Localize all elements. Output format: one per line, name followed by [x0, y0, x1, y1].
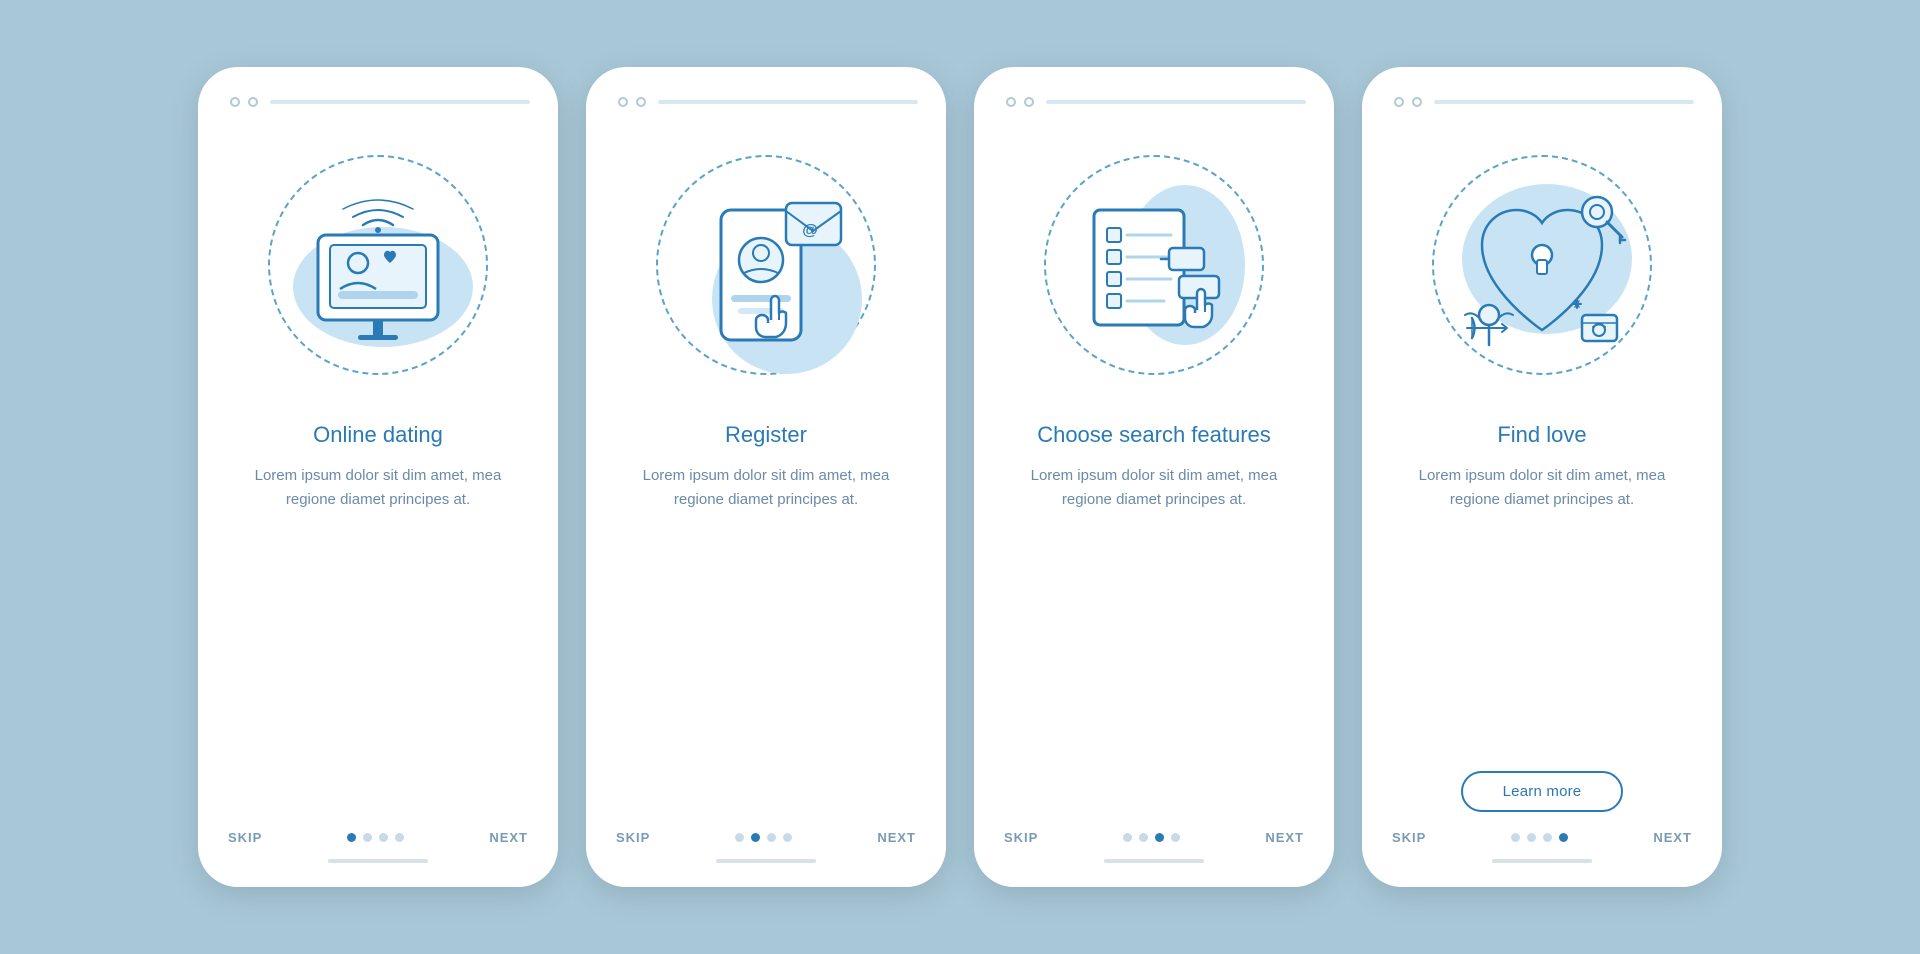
svg-text:@: @: [802, 222, 818, 239]
top-circle-1: [230, 97, 240, 107]
dot-1-4: [395, 833, 404, 842]
phone-card-3: Choose search features Lorem ipsum dolor…: [974, 67, 1334, 887]
card-title-2: Register: [725, 421, 807, 450]
illustration-1: [248, 125, 508, 405]
top-circle-5: [1006, 97, 1016, 107]
dot-2-4: [783, 833, 792, 842]
card-bottom-4: SKIP NEXT: [1390, 830, 1694, 863]
skip-button-2[interactable]: SKIP: [616, 830, 650, 845]
dot-1-1: [347, 833, 356, 842]
nav-row-3: SKIP NEXT: [1002, 830, 1306, 845]
top-circle-3: [618, 97, 628, 107]
dot-3-2: [1139, 833, 1148, 842]
illustration-3: [1024, 125, 1284, 405]
top-bar-3: [1002, 97, 1306, 107]
nav-row-2: SKIP NEXT: [614, 830, 918, 845]
top-bar-1: [226, 97, 530, 107]
skip-button-3[interactable]: SKIP: [1004, 830, 1038, 845]
dot-2-1: [735, 833, 744, 842]
illustration-4: [1412, 125, 1672, 405]
register-icon: @: [666, 155, 866, 375]
dot-3-4: [1171, 833, 1180, 842]
card-title-3: Choose search features: [1037, 421, 1271, 450]
top-line-2: [658, 100, 918, 104]
dot-4-1: [1511, 833, 1520, 842]
card-bottom-3: SKIP NEXT: [1002, 830, 1306, 863]
card-title-1: Online dating: [313, 421, 443, 450]
bottom-bar-3: [1104, 859, 1204, 863]
skip-button-4[interactable]: SKIP: [1392, 830, 1426, 845]
bottom-bar-4: [1492, 859, 1592, 863]
card-title-4: Find love: [1497, 421, 1586, 450]
top-circle-6: [1024, 97, 1034, 107]
dot-4-4: [1559, 833, 1568, 842]
top-circle-2: [248, 97, 258, 107]
nav-dots-1: [347, 833, 404, 842]
top-line-4: [1434, 100, 1694, 104]
online-dating-icon: [278, 165, 478, 365]
next-button-4[interactable]: NEXT: [1653, 830, 1692, 845]
phone-card-2: @ Register Lorem ipsum dolor sit dim ame…: [586, 67, 946, 887]
skip-button-1[interactable]: SKIP: [228, 830, 262, 845]
dot-2-3: [767, 833, 776, 842]
top-line-1: [270, 100, 530, 104]
search-features-icon: [1049, 160, 1259, 370]
nav-row-4: SKIP NEXT: [1390, 830, 1694, 845]
nav-dots-2: [735, 833, 792, 842]
nav-row-1: SKIP NEXT: [226, 830, 530, 845]
card-body-3: Lorem ipsum dolor sit dim amet, mea regi…: [1002, 464, 1306, 812]
next-button-3[interactable]: NEXT: [1265, 830, 1304, 845]
dot-1-2: [363, 833, 372, 842]
dot-4-2: [1527, 833, 1536, 842]
dot-3-3: [1155, 833, 1164, 842]
card-body-4: Lorem ipsum dolor sit dim amet, mea regi…: [1390, 464, 1694, 753]
dot-4-3: [1543, 833, 1552, 842]
dot-2-2: [751, 833, 760, 842]
top-circle-7: [1394, 97, 1404, 107]
nav-dots-4: [1511, 833, 1568, 842]
screens-container: Online dating Lorem ipsum dolor sit dim …: [198, 67, 1722, 887]
top-circle-4: [636, 97, 646, 107]
learn-more-button[interactable]: Learn more: [1461, 771, 1624, 812]
find-love-icon: [1437, 160, 1647, 370]
dot-1-3: [379, 833, 388, 842]
card-body-1: Lorem ipsum dolor sit dim amet, mea regi…: [226, 464, 530, 812]
top-bar-4: [1390, 97, 1694, 107]
card-bottom-2: SKIP NEXT: [614, 830, 918, 863]
dot-3-1: [1123, 833, 1132, 842]
top-line-3: [1046, 100, 1306, 104]
card-bottom-1: SKIP NEXT: [226, 830, 530, 863]
nav-dots-3: [1123, 833, 1180, 842]
top-circle-8: [1412, 97, 1422, 107]
bottom-bar-1: [328, 859, 428, 863]
phone-card-1: Online dating Lorem ipsum dolor sit dim …: [198, 67, 558, 887]
top-bar-2: [614, 97, 918, 107]
illustration-2: @: [636, 125, 896, 405]
bottom-bar-2: [716, 859, 816, 863]
next-button-1[interactable]: NEXT: [489, 830, 528, 845]
phone-card-4: Find love Lorem ipsum dolor sit dim amet…: [1362, 67, 1722, 887]
next-button-2[interactable]: NEXT: [877, 830, 916, 845]
card-body-2: Lorem ipsum dolor sit dim amet, mea regi…: [614, 464, 918, 812]
